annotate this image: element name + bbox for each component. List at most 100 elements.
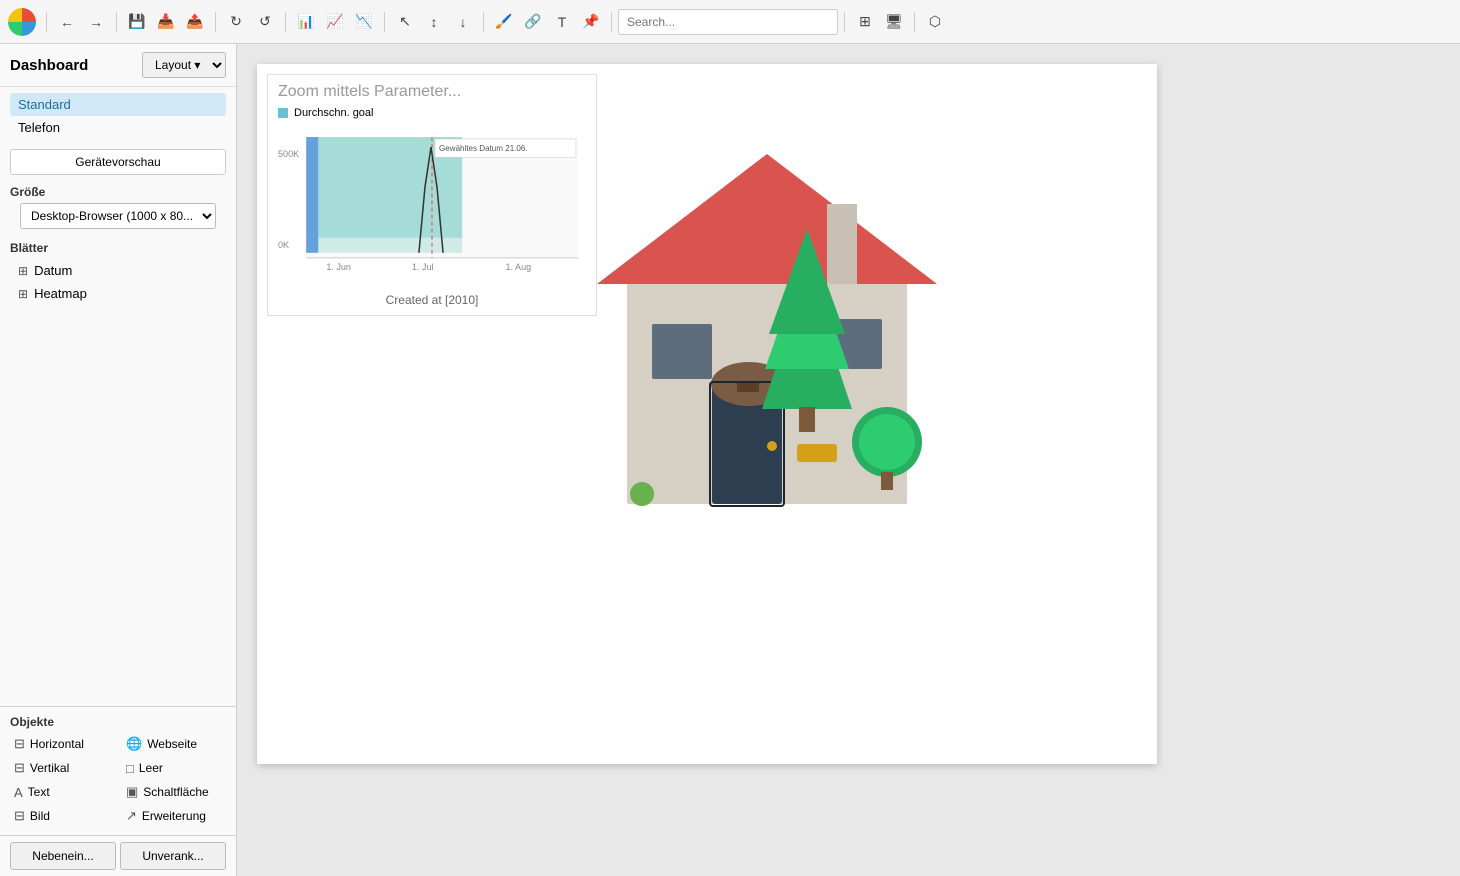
forward-button[interactable]: → [82,8,110,36]
sheets-label: Blätter [10,241,226,255]
object-text[interactable]: A Text [10,781,114,803]
object-vertikal[interactable]: ⊟ Vertikal [10,757,114,779]
object-label-vertikal: Vertikal [30,761,69,775]
sheets-section: Blätter ⊞ Datum ⊞ Heatmap [0,235,236,311]
sheet-label-heatmap: Heatmap [34,286,87,301]
objects-grid: ⊟ Horizontal 🌐 Webseite ⊟ Vertikal □ Lee… [10,733,226,827]
search-input[interactable] [618,9,838,35]
object-erweiterung[interactable]: ↗ Erweiterung [122,805,226,827]
leer-icon: □ [126,761,134,776]
text-obj-icon: A [14,785,23,800]
sidebar-bottom-buttons: Nebenein... Unverank... [0,835,236,876]
device-section: Standard Telefon [0,87,236,145]
object-label-webseite: Webseite [147,737,197,751]
objects-label: Objekte [10,715,226,729]
share-button[interactable]: ⬡ [921,8,949,36]
unverank-button[interactable]: Unverank... [120,842,226,870]
display-group: ⊞ 🖥 [851,8,908,36]
object-label-horizontal: Horizontal [30,737,84,751]
object-label-text: Text [28,785,50,799]
object-label-schaltflaeche: Schaltfläche [143,785,208,799]
legend-label: Durchschn. goal [294,107,374,119]
chart-button[interactable]: 📈 [321,8,349,36]
separator-8 [844,12,845,32]
svg-text:0K: 0K [278,240,289,250]
size-section: Größe Desktop-Browser (1000 x 80... [0,179,236,235]
object-leer[interactable]: □ Leer [122,757,226,779]
bild-icon: ⊟ [14,808,25,824]
object-label-erweiterung: Erweiterung [142,809,206,823]
color-button[interactable]: 🖌️ [490,8,518,36]
size-label: Größe [10,185,226,199]
canvas-area[interactable]: Zoom mittels Parameter... Durchschn. goa… [237,44,1460,876]
nebenein-button[interactable]: Nebenein... [10,842,116,870]
vertikal-icon: ⊟ [14,760,25,776]
object-schaltflaeche[interactable]: ▣ Schaltfläche [122,781,226,803]
chart-add-button[interactable]: 📊 [292,8,320,36]
svg-text:500K: 500K [278,149,299,159]
action-group: ↻ ↺ [222,8,279,36]
save-button[interactable]: 💾 [123,8,151,36]
sheets-list: ⊞ Datum ⊞ Heatmap [10,259,226,305]
object-webseite[interactable]: 🌐 Webseite [122,733,226,755]
select-button[interactable]: ↖ [391,8,419,36]
view-group: 📊 📈 📉 [292,8,378,36]
nav-group: ← → [53,8,110,36]
publish-button[interactable]: 📤 [181,8,209,36]
separator-7 [611,12,612,32]
device-list: Standard Telefon [10,93,226,139]
separator-3 [215,12,216,32]
sort-button[interactable]: ↕ [420,8,448,36]
format-group: ↖ ↕ ↓ [391,8,477,36]
sheet-item-datum[interactable]: ⊞ Datum [10,259,226,282]
sidebar-header: Dashboard Layout ▾ [0,44,236,87]
sidebar: Dashboard Layout ▾ Standard Telefon Gerä… [0,44,237,876]
toolbar: ← → 💾 📥 📤 ↻ ↺ 📊 📈 📉 ↖ ↕ ↓ 🖌️ 🔗 T 📌 ⊞ 🖥 ⬡ [0,0,1460,44]
separator-6 [483,12,484,32]
sheet-label-datum: Datum [34,263,72,278]
object-bild[interactable]: ⊟ Bild [10,805,114,827]
house-svg [497,74,977,524]
separator-1 [46,12,47,32]
separator-9 [914,12,915,32]
redo-button[interactable]: ↺ [251,8,279,36]
back-button[interactable]: ← [53,8,81,36]
sheet-icon-datum: ⊞ [18,264,28,278]
device-item-telefon[interactable]: Telefon [10,116,226,139]
device-item-standard[interactable]: Standard [10,93,226,116]
svg-text:1. Jun: 1. Jun [326,262,351,272]
color-group: 🖌️ 🔗 T 📌 [490,8,605,36]
pin-button[interactable]: 📌 [577,8,605,36]
dashboard-canvas: Zoom mittels Parameter... Durchschn. goa… [257,64,1157,764]
text-button[interactable]: T [548,8,576,36]
save-group: 💾 📥 📤 [123,8,209,36]
app-logo[interactable] [8,8,36,36]
house-illustration [497,74,977,524]
sheet-item-heatmap[interactable]: ⊞ Heatmap [10,282,226,305]
object-horizontal[interactable]: ⊟ Horizontal [10,733,114,755]
separator-5 [384,12,385,32]
save-as-button[interactable]: 📥 [152,8,180,36]
objects-section: Objekte ⊟ Horizontal 🌐 Webseite ⊟ Vertik… [0,706,236,835]
svg-text:1. Jul: 1. Jul [412,262,434,272]
size-dropdown[interactable]: Desktop-Browser (1000 x 80... [20,203,216,229]
device-preview-button[interactable]: Gerätevorschau [10,149,226,175]
object-label-bild: Bild [30,809,50,823]
grid-button[interactable]: ⊞ [851,8,879,36]
erweiterung-icon: ↗ [126,808,137,824]
sidebar-spacer [0,311,236,706]
sort-down-button[interactable]: ↓ [449,8,477,36]
webseite-icon: 🌐 [126,736,142,752]
chart-remove-button[interactable]: 📉 [350,8,378,36]
main-container: Dashboard Layout ▾ Standard Telefon Gerä… [0,44,1460,876]
sheet-icon-heatmap: ⊞ [18,287,28,301]
schaltflaeche-icon: ▣ [126,784,138,800]
object-label-leer: Leer [139,761,163,775]
layout-dropdown[interactable]: Layout ▾ [142,52,226,78]
legend-dot-1 [278,108,288,118]
display-button[interactable]: 🖥 [880,8,908,36]
link-button[interactable]: 🔗 [519,8,547,36]
undo-button[interactable]: ↻ [222,8,250,36]
separator-2 [116,12,117,32]
sidebar-title: Dashboard [10,57,88,74]
